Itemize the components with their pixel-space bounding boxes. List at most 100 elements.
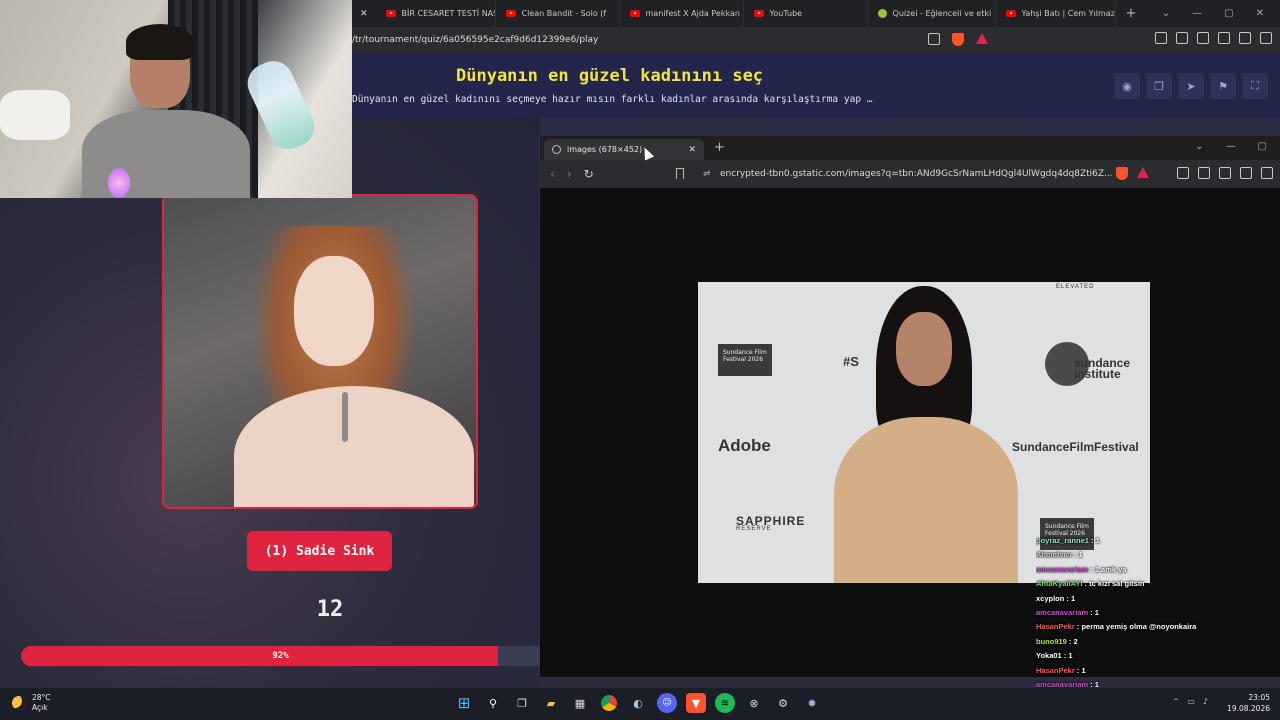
- copy-icon[interactable]: ❐: [1146, 73, 1172, 99]
- clock[interactable]: 23:05 19.08.2026: [1227, 692, 1270, 714]
- chat-message: buno919 : 2: [1036, 635, 1280, 649]
- bookmark-icon[interactable]: [676, 168, 684, 179]
- chat-message: amcanavariam : 1 amk ya: [1036, 563, 1280, 577]
- send-icon[interactable]: ➤: [1178, 73, 1204, 99]
- maximize-icon[interactable]: ▢: [1224, 8, 1233, 19]
- chrome-icon[interactable]: [599, 693, 619, 713]
- music-icon[interactable]: [1155, 32, 1167, 44]
- popup-tab-label: images (678×452): [567, 145, 643, 154]
- vote-progress-label: 92%: [272, 651, 289, 661]
- network-icon[interactable]: ▭: [1187, 697, 1195, 706]
- task-view-icon[interactable]: ❐: [512, 693, 532, 713]
- webcam-overlay: [0, 0, 352, 198]
- maximize-icon[interactable]: ▢: [1258, 141, 1267, 152]
- chat-text: : 1: [1071, 550, 1083, 560]
- chat-text: : tc kızı sal gitsin: [1082, 579, 1145, 589]
- backdrop-institute: sundance institute: [1074, 356, 1131, 381]
- popup-address-bar: ‹ › ↻ ⇌ encrypted-tbn0.gstatic.com/image…: [540, 160, 1280, 188]
- file-explorer-icon[interactable]: ▰: [541, 693, 561, 713]
- tab-label: manifest X Ajda Pekkan: [645, 9, 740, 18]
- chevron-up-icon[interactable]: ⌃: [1173, 697, 1180, 706]
- site-info-icon[interactable]: ⇌: [703, 169, 711, 179]
- discord-icon[interactable]: ☺: [657, 693, 677, 713]
- chat-username: poyraz_ranne1: [1036, 536, 1089, 545]
- url-field[interactable]: /tr/tournament/quiz/6a056595e2caf9d6d123…: [352, 35, 598, 45]
- eye-icon[interactable]: ◉: [1114, 73, 1140, 99]
- browser-tab[interactable]: BİR CESARET TESTİ NASIL: [376, 0, 496, 27]
- taskbar-apps: ⊞ ⚲ ❐ ▰ ▦ ◐ ☺ ▼ ≋ ⊗ ⚙ ✹: [454, 693, 822, 713]
- chat-username: amcanavariam: [1036, 608, 1089, 618]
- minimize-icon[interactable]: —: [1226, 141, 1236, 152]
- fullscreen-icon[interactable]: ⛶: [1242, 73, 1268, 99]
- moon-icon: [12, 696, 26, 710]
- photo-subject: [826, 282, 1022, 583]
- chat-username: AhtaKyaliAYI: [1036, 579, 1083, 589]
- popup-tab[interactable]: images (678×452) ✕: [544, 139, 704, 160]
- windows-taskbar: 28°C Açık ⊞ ⚲ ❐ ▰ ▦ ◐ ☺ ▼ ≋ ⊗ ⚙ ✹ ⌃ ▭ ♪ …: [0, 688, 1280, 720]
- backdrop-elevated: ELEVATED: [1056, 284, 1095, 290]
- brave-rewards-icon[interactable]: [976, 33, 988, 44]
- settings-icon[interactable]: ⚙: [773, 693, 793, 713]
- close-icon[interactable]: ✕: [688, 145, 696, 155]
- wallet-icon[interactable]: [1219, 167, 1231, 179]
- chat-text: : 1: [1074, 665, 1086, 675]
- brave-shield-icon[interactable]: [952, 33, 964, 46]
- steam-icon[interactable]: ◐: [628, 693, 648, 713]
- search-icon[interactable]: ⚲: [483, 693, 503, 713]
- new-tab-icon[interactable]: +: [714, 140, 725, 155]
- spotify-icon[interactable]: ≋: [715, 693, 735, 713]
- youtube-icon: [385, 10, 396, 17]
- forward-icon[interactable]: ›: [567, 167, 572, 181]
- chat-text: : perma yemiş olma @noyonkaira: [1074, 622, 1197, 632]
- sidebar-icon[interactable]: [1176, 32, 1188, 44]
- weather-condition: Açık: [32, 703, 48, 712]
- new-tab-icon[interactable]: +: [1116, 6, 1147, 21]
- contestant-select-button[interactable]: (1) Sadie Sink: [247, 531, 392, 571]
- vpn-icon[interactable]: [1261, 167, 1273, 179]
- chevron-down-icon[interactable]: ⌄: [1195, 141, 1203, 152]
- chevron-down-icon[interactable]: ⌄: [1162, 8, 1170, 19]
- translate-icon[interactable]: [928, 33, 940, 45]
- chat-username: HasanPekr: [1036, 622, 1075, 632]
- back-icon[interactable]: ‹: [550, 167, 555, 181]
- wallet-icon[interactable]: [1197, 32, 1209, 44]
- xbox-icon[interactable]: ⊗: [744, 693, 764, 713]
- weather-widget[interactable]: 28°C Açık: [12, 693, 51, 713]
- chat-message: amcanavariam : 1: [1036, 606, 1280, 620]
- browser-tab[interactable]: Clean Bandit - Solo (f: [496, 0, 620, 27]
- flag-icon[interactable]: ⚑: [1210, 73, 1236, 99]
- browser-tab[interactable]: Yahşi Batı | Cem Yılmaz T: [996, 0, 1116, 27]
- tab-label: BİR CESARET TESTİ NASIL: [401, 9, 496, 18]
- close-icon[interactable]: ✕: [1256, 8, 1264, 19]
- tab-close-icon[interactable]: ✕: [352, 9, 376, 19]
- reload-icon[interactable]: ↻: [584, 167, 594, 181]
- contestant-card[interactable]: [162, 194, 478, 509]
- browser-tab[interactable]: manifest X Ajda Pekkan: [620, 0, 744, 27]
- brave-shield-icon[interactable]: [1116, 167, 1128, 180]
- minimize-icon[interactable]: —: [1192, 8, 1202, 19]
- menu-icon[interactable]: [1260, 32, 1272, 44]
- backdrop-adobe: Adobe: [718, 436, 771, 455]
- chat-username: Ahmetvıcı: [1036, 550, 1072, 560]
- brave-rewards-icon[interactable]: [1137, 167, 1149, 178]
- brave-icon[interactable]: ▼: [686, 693, 706, 713]
- chat-text: : 2: [1066, 636, 1078, 646]
- browser-tab[interactable]: Quizei - Eğlenceli ve etki: [868, 0, 996, 27]
- gear-icon[interactable]: ✹: [802, 693, 822, 713]
- window-controls: ⌄ — ▢ ✕: [1162, 0, 1280, 27]
- chat-text: : 1: [1088, 608, 1099, 618]
- vote-progress-bar: 92%: [21, 646, 540, 666]
- microsoft-store-icon[interactable]: ▦: [570, 693, 590, 713]
- leo-ai-icon[interactable]: [1240, 167, 1252, 179]
- chat-username: HasanPekr: [1036, 665, 1075, 675]
- windows-start-icon[interactable]: ⊞: [454, 693, 474, 713]
- sidebar-icon[interactable]: [1198, 167, 1210, 179]
- popup-url-field[interactable]: encrypted-tbn0.gstatic.com/images?q=tbn:…: [720, 169, 1113, 179]
- vpn-icon[interactable]: [1239, 32, 1251, 44]
- music-icon[interactable]: [1177, 167, 1189, 179]
- leo-ai-icon[interactable]: [1218, 32, 1230, 44]
- volume-icon[interactable]: ♪: [1203, 697, 1208, 706]
- browser-tab[interactable]: YouTube: [744, 0, 868, 27]
- chat-message: Yoka01 : 1: [1036, 649, 1280, 663]
- quizei-icon: [877, 9, 887, 18]
